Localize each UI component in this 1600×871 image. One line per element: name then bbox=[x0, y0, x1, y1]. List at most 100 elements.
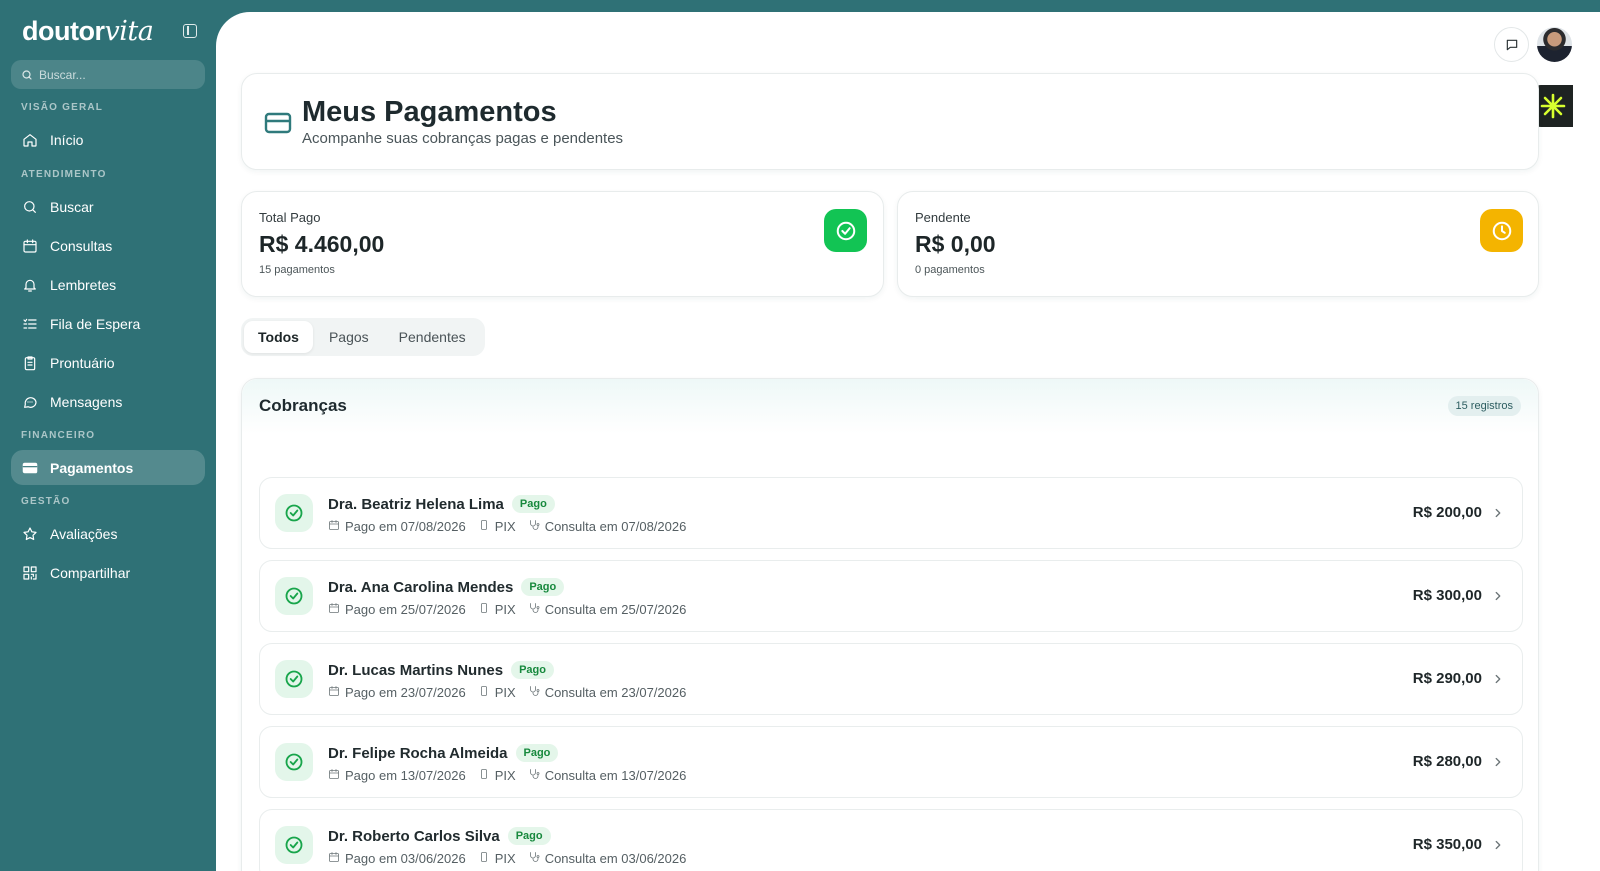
list-item[interactable]: Dr. Lucas Martins Nunes Pago Pago em 23/07… bbox=[259, 643, 1523, 715]
sidebar-item-label: Fila de Espera bbox=[50, 315, 141, 332]
sidebar-item-consultas[interactable]: Consultas bbox=[11, 228, 205, 263]
payment-method: PIX bbox=[478, 851, 516, 866]
sidebar-item-mensagens[interactable]: Mensagens bbox=[11, 384, 205, 419]
payment-method: PIX bbox=[478, 685, 516, 700]
sidebar-item-pagamentos[interactable]: Pagamentos bbox=[11, 450, 205, 485]
charge-amount: R$ 290,00 bbox=[1412, 670, 1482, 687]
charge-amount: R$ 200,00 bbox=[1412, 504, 1482, 521]
charge-meta: Pago em 25/07/2026 PIX Consulta em 25/07/2… bbox=[328, 602, 686, 617]
tab-pendentes[interactable]: Pendentes bbox=[385, 321, 480, 353]
section-label-financial: FINANCEIRO bbox=[21, 430, 96, 441]
payment-method-text: PIX bbox=[494, 602, 516, 617]
sidebar-collapse-icon[interactable] bbox=[183, 24, 197, 38]
doutorvita-logo[interactable]: doutorvita bbox=[22, 16, 154, 47]
chevron-right-icon[interactable] bbox=[1491, 588, 1505, 604]
chevron-right-icon[interactable] bbox=[1491, 671, 1505, 687]
sidebar-item-fila-de-espera[interactable]: Fila de Espera bbox=[11, 306, 205, 341]
sidebar-item-label: Pagamentos bbox=[50, 459, 134, 476]
charge-amount: R$ 300,00 bbox=[1412, 587, 1482, 604]
list-item[interactable]: Dra. Beatriz Helena Lima Pago Pago em 07/0… bbox=[259, 477, 1523, 549]
list-item[interactable]: Dr. Roberto Carlos Silva Pago Pago em 03/0… bbox=[259, 809, 1523, 871]
phone-icon bbox=[478, 685, 490, 700]
paid-date: Pago em 03/06/2026 bbox=[328, 851, 466, 866]
consult-date-text: Consulta em 07/08/2026 bbox=[544, 519, 687, 534]
paid-date: Pago em 25/07/2026 bbox=[328, 602, 466, 617]
filter-tabs: Todos Pagos Pendentes bbox=[241, 318, 485, 356]
stat-count: 15 pagamentos bbox=[259, 264, 335, 276]
paid-date-text: Pago em 25/07/2026 bbox=[345, 602, 466, 617]
charge-meta: Pago em 03/06/2026 PIX Consulta em 03/06/2… bbox=[328, 851, 686, 866]
logo-text: doutor bbox=[22, 16, 105, 46]
check-circle-icon bbox=[275, 743, 313, 781]
phone-icon bbox=[478, 768, 490, 783]
sidebar-item-avaliacoes[interactable]: Avaliações bbox=[11, 516, 205, 551]
widget-button[interactable] bbox=[1533, 85, 1573, 127]
calendar-icon bbox=[328, 519, 340, 534]
charge-meta: Pago em 13/07/2026 PIX Consulta em 13/07/2… bbox=[328, 768, 686, 783]
records-badge: 15 registros bbox=[1447, 396, 1521, 416]
doctor-name: Dr. Lucas Martins Nunes bbox=[328, 661, 504, 679]
sidebar-item-inicio[interactable]: Início bbox=[11, 122, 205, 157]
calendar-icon bbox=[328, 602, 340, 617]
chevron-right-icon[interactable] bbox=[1491, 837, 1505, 853]
clipboard-icon bbox=[22, 355, 38, 371]
status-badge: Pago bbox=[515, 744, 559, 762]
sidebar-item-label: Avaliações bbox=[50, 525, 118, 542]
sidebar-item-label: Compartilhar bbox=[50, 564, 131, 581]
sidebar-item-buscar[interactable]: Buscar bbox=[11, 189, 205, 224]
calendar-icon bbox=[328, 851, 340, 866]
check-circle-icon bbox=[824, 209, 867, 252]
bell-icon bbox=[22, 277, 38, 293]
main-content: Meus Pagamentos Acompanhe suas cobranças… bbox=[216, 12, 1600, 871]
consult-date-text: Consulta em 25/07/2026 bbox=[544, 602, 687, 617]
payment-method-text: PIX bbox=[494, 768, 516, 783]
list-item[interactable]: Dr. Felipe Rocha Almeida Pago Pago em 13/0… bbox=[259, 726, 1523, 798]
charges-list-title: Cobranças bbox=[259, 396, 347, 415]
charges-list: Cobranças 15 registros Dra. Beatriz Hele… bbox=[241, 378, 1539, 871]
asterisk-icon bbox=[1540, 93, 1566, 119]
calendar-icon bbox=[328, 768, 340, 783]
list-check-icon bbox=[22, 316, 38, 332]
stethoscope-icon bbox=[528, 519, 540, 534]
stethoscope-icon bbox=[528, 685, 540, 700]
doctor-name-line: Dra. Beatriz Helena Lima Pago bbox=[328, 495, 555, 513]
page-title: Meus Pagamentos bbox=[302, 96, 557, 128]
sidebar-item-compartilhar[interactable]: Compartilhar bbox=[11, 555, 205, 590]
consult-date: Consulta em 25/07/2026 bbox=[528, 602, 687, 617]
user-avatar[interactable] bbox=[1537, 27, 1572, 62]
doctor-name-line: Dr. Roberto Carlos Silva Pago bbox=[328, 827, 551, 845]
phone-icon bbox=[478, 602, 490, 617]
chevron-right-icon[interactable] bbox=[1491, 505, 1505, 521]
sidebar-search[interactable] bbox=[11, 60, 205, 89]
consult-date: Consulta em 07/08/2026 bbox=[528, 519, 687, 534]
sidebar-item-label: Prontuário bbox=[50, 354, 115, 371]
search-icon bbox=[22, 199, 38, 215]
chevron-right-icon[interactable] bbox=[1491, 754, 1505, 770]
payment-method: PIX bbox=[478, 768, 516, 783]
paid-date: Pago em 23/07/2026 bbox=[328, 685, 466, 700]
sidebar-search-input[interactable] bbox=[39, 67, 189, 82]
stat-label: Total Pago bbox=[259, 210, 321, 225]
stat-card-paid: Total Pago R$ 4.460,00 15 pagamentos bbox=[241, 191, 884, 297]
tab-pagos[interactable]: Pagos bbox=[315, 321, 383, 353]
stethoscope-icon bbox=[528, 602, 540, 617]
status-badge: Pago bbox=[507, 827, 551, 845]
consult-date-text: Consulta em 23/07/2026 bbox=[544, 685, 687, 700]
sidebar-item-lembretes[interactable]: Lembretes bbox=[11, 267, 205, 302]
sidebar-item-label: Buscar bbox=[50, 198, 94, 215]
list-item[interactable]: Dra. Ana Carolina Mendes Pago Pago em 25/0… bbox=[259, 560, 1523, 632]
paid-date: Pago em 13/07/2026 bbox=[328, 768, 466, 783]
star-icon bbox=[22, 526, 38, 542]
status-badge: Pago bbox=[511, 661, 554, 679]
stat-count: 0 pagamentos bbox=[915, 264, 985, 276]
payment-method-text: PIX bbox=[494, 685, 516, 700]
chat-button[interactable] bbox=[1494, 27, 1529, 62]
paid-date-text: Pago em 03/06/2026 bbox=[345, 851, 466, 866]
tab-todos[interactable]: Todos bbox=[244, 321, 313, 353]
qr-code-icon bbox=[22, 565, 38, 581]
calendar-icon bbox=[328, 685, 340, 700]
sidebar-item-prontuario[interactable]: Prontuário bbox=[11, 345, 205, 380]
home-icon bbox=[22, 132, 38, 148]
doctor-name: Dr. Roberto Carlos Silva bbox=[328, 827, 500, 845]
consult-date: Consulta em 03/06/2026 bbox=[528, 851, 686, 866]
